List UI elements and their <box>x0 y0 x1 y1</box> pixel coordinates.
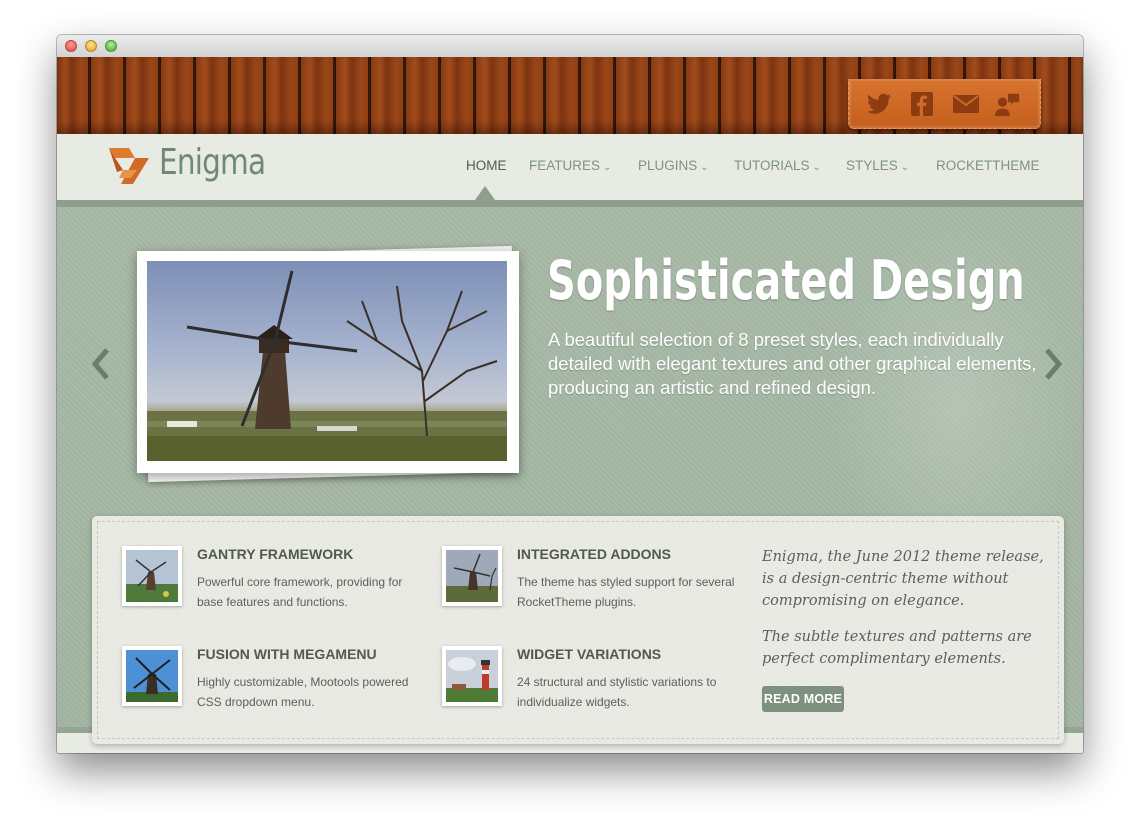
nav-styles-label: STYLES <box>846 158 898 173</box>
feature-thumbnail[interactable] <box>442 546 502 606</box>
feature-fusion: FUSION WITH MEGAMENU Highly customizable… <box>122 646 422 716</box>
feature-title[interactable]: INTEGRATED ADDONS <box>517 546 671 562</box>
nav-rockettheme[interactable]: ROCKETTHEME <box>936 158 1040 173</box>
facebook-icon[interactable] <box>909 91 935 117</box>
slide-title: Sophisticated Design <box>547 249 1025 312</box>
slide-photo-frame <box>137 251 519 473</box>
feature-text: The theme has styled support for several… <box>517 575 735 609</box>
chat-icon[interactable] <box>995 91 1021 117</box>
nav-tutorials[interactable]: TUTORIALS ⌄ <box>734 158 821 173</box>
nav-features-label: FEATURES <box>529 158 601 173</box>
feature-gantry: GANTRY FRAMEWORK Powerful core framework… <box>122 546 422 616</box>
logo-text[interactable]: Enigma <box>159 142 266 183</box>
browser-window: Enigma HOME FEATURES ⌄ PLUGINS ⌄ TUTORIALS… <box>57 35 1083 753</box>
nav-plugins-label: PLUGINS <box>638 158 698 173</box>
nav-styles[interactable]: STYLES ⌄ <box>846 158 909 173</box>
intro-paragraph-2: The subtle textures and patterns are per… <box>762 629 1032 667</box>
windmill-blue-sky-thumb-image <box>126 650 178 702</box>
twitter-icon[interactable] <box>867 91 893 117</box>
feature-text: 24 structural and stylistic variations t… <box>517 675 717 709</box>
minimize-window-button[interactable] <box>85 40 97 52</box>
slide-description: A beautiful selection of 8 preset styles… <box>548 329 1037 398</box>
windmill-thumb-image <box>126 550 178 602</box>
feature-panel: GANTRY FRAMEWORK Powerful core framework… <box>92 516 1064 744</box>
intro-paragraph-1: Enigma, the June 2012 theme release, is … <box>762 549 1044 609</box>
slide-next-arrow-icon[interactable] <box>1043 347 1063 381</box>
nav-tutorials-label: TUTORIALS <box>734 158 810 173</box>
email-icon[interactable] <box>953 91 979 117</box>
wood-banner <box>57 57 1083 134</box>
feature-text: Highly customizable, Mootools powered CS… <box>197 675 409 709</box>
feature-title[interactable]: GANTRY FRAMEWORK <box>197 546 353 562</box>
chevron-down-icon: ⌄ <box>603 162 612 173</box>
windmill-photo <box>147 261 507 461</box>
chevron-down-icon: ⌄ <box>700 162 709 173</box>
nav-home[interactable]: HOME <box>466 158 507 173</box>
active-nav-pointer <box>475 186 495 200</box>
feature-title[interactable]: FUSION WITH MEGAMENU <box>197 646 377 662</box>
zoom-window-button[interactable] <box>105 40 117 52</box>
read-more-button[interactable]: READ MORE <box>762 686 844 712</box>
feature-thumbnail[interactable] <box>442 646 502 706</box>
feature-title[interactable]: WIDGET VARIATIONS <box>517 646 661 662</box>
lighthouse-thumb-image <box>446 650 498 702</box>
feature-addons: INTEGRATED ADDONS The theme has styled s… <box>442 546 742 616</box>
feature-text: Powerful core framework, providing for b… <box>197 575 403 609</box>
chevron-down-icon: ⌄ <box>900 162 910 173</box>
chevron-down-icon: ⌄ <box>812 162 821 173</box>
nav-home-label: HOME <box>466 158 507 173</box>
nav-features[interactable]: FEATURES ⌄ <box>529 158 611 173</box>
window-titlebar <box>57 35 1083 58</box>
nav-plugins[interactable]: PLUGINS ⌄ <box>638 158 709 173</box>
site-header: Enigma HOME FEATURES ⌄ PLUGINS ⌄ TUTORIALS… <box>57 134 1083 207</box>
slide-prev-arrow-icon[interactable] <box>91 347 111 381</box>
feature-thumbnail[interactable] <box>122 646 182 706</box>
social-bar <box>848 79 1041 129</box>
windmill-thumb-image <box>446 550 498 602</box>
feature-widgets: WIDGET VARIATIONS 24 structural and styl… <box>442 646 742 716</box>
feature-thumbnail[interactable] <box>122 546 182 606</box>
enigma-logo-icon[interactable] <box>107 144 151 188</box>
nav-rockettheme-label: ROCKETTHEME <box>936 158 1040 173</box>
close-window-button[interactable] <box>65 40 77 52</box>
